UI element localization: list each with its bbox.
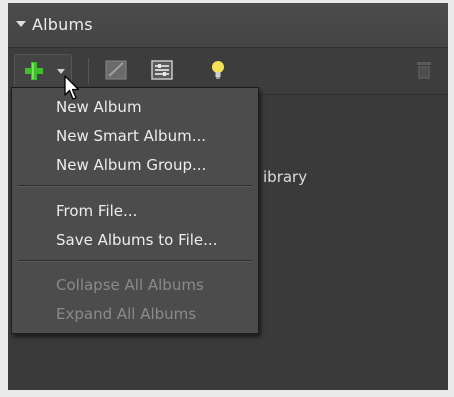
menu-item-new-smart-album[interactable]: New Smart Album... bbox=[56, 127, 206, 145]
mouse-cursor-icon bbox=[64, 75, 80, 100]
album-properties-icon[interactable] bbox=[150, 58, 174, 82]
albums-header[interactable]: Albums bbox=[8, 3, 448, 48]
lightbulb-icon[interactable] bbox=[206, 58, 230, 82]
menu-separator bbox=[18, 185, 252, 187]
menu-item-from-file[interactable]: From File... bbox=[56, 202, 137, 220]
collapse-arrow-icon[interactable] bbox=[16, 21, 26, 27]
add-icon bbox=[25, 62, 43, 80]
albums-title: Albums bbox=[32, 15, 93, 34]
trash-icon[interactable] bbox=[412, 58, 436, 82]
menu-separator bbox=[18, 260, 252, 262]
toolbar-divider bbox=[88, 58, 89, 84]
chevron-down-icon bbox=[57, 69, 65, 74]
add-album-menu: New Album New Smart Album... New Album G… bbox=[11, 87, 259, 334]
menu-item-collapse-all-albums: Collapse All Albums bbox=[56, 276, 204, 294]
album-list-item[interactable]: ibrary bbox=[263, 168, 307, 186]
menu-item-expand-all-albums: Expand All Albums bbox=[56, 305, 197, 323]
menu-item-save-albums-to-file[interactable]: Save Albums to File... bbox=[56, 231, 217, 249]
menu-item-new-album-group[interactable]: New Album Group... bbox=[56, 156, 206, 174]
edit-album-icon[interactable] bbox=[104, 58, 128, 82]
